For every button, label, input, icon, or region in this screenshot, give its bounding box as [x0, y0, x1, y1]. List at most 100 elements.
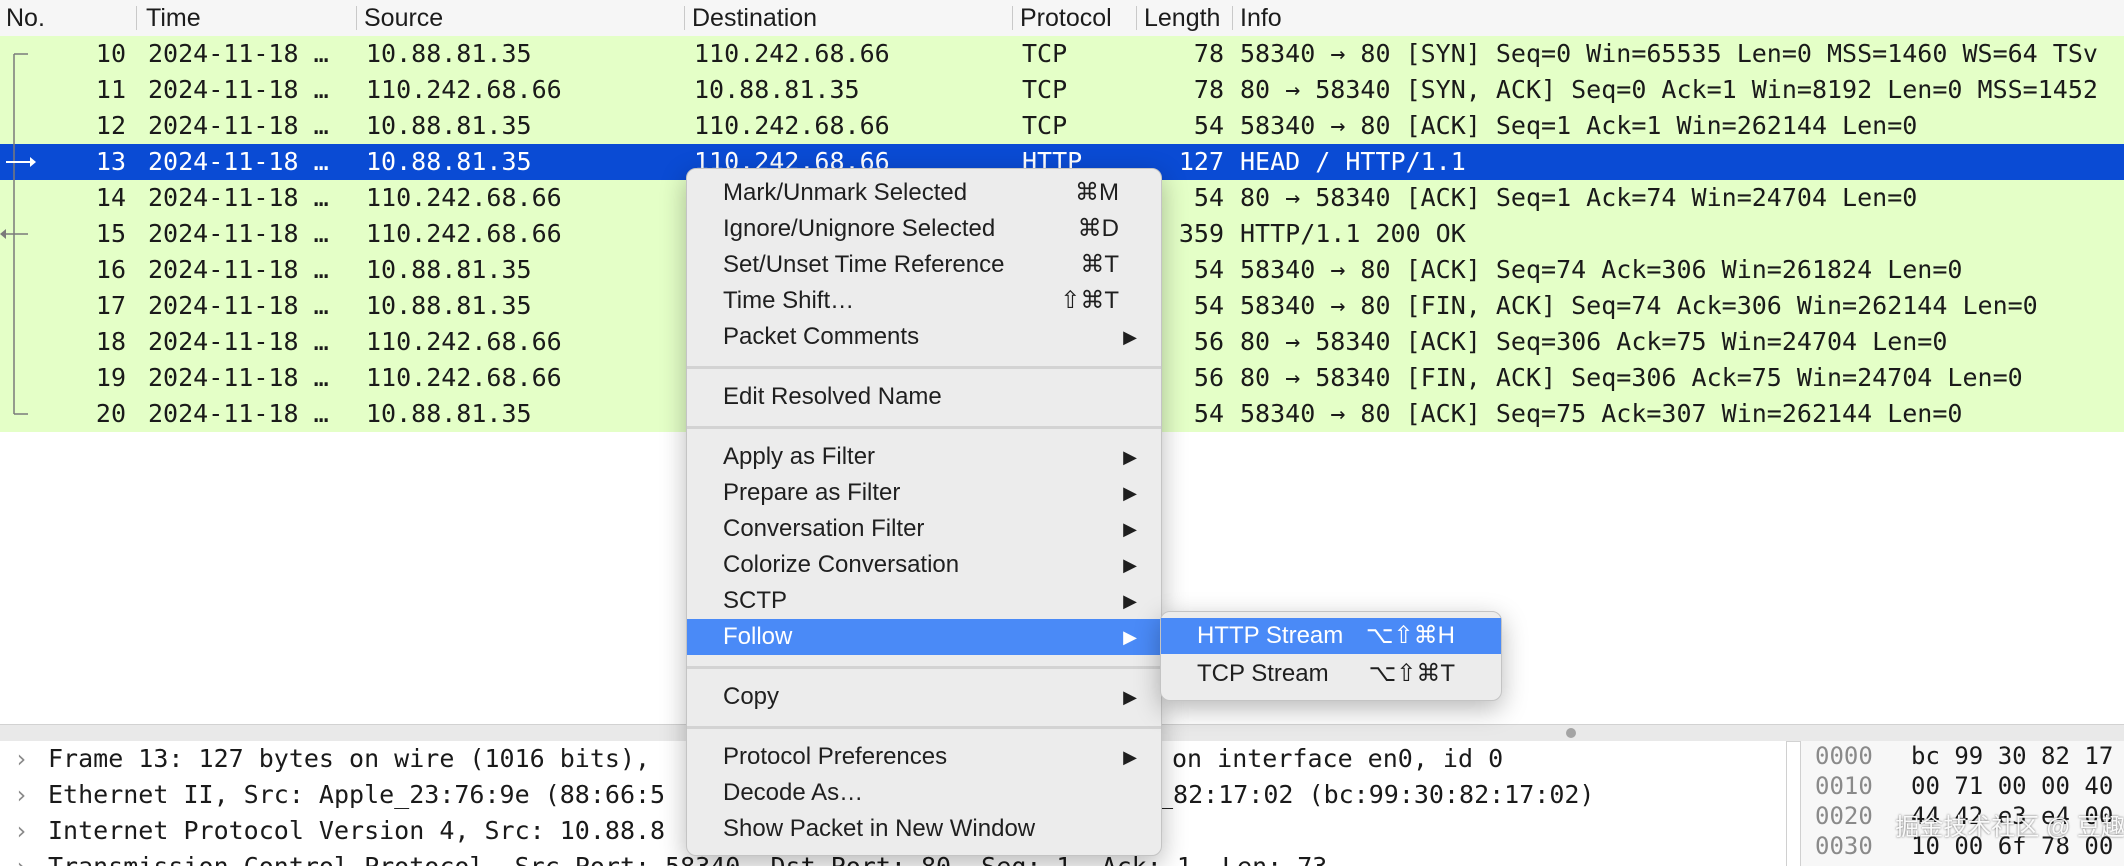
- menu-item-copy[interactable]: Copy ▶: [687, 679, 1161, 715]
- cell-protocol: TCP: [1022, 111, 1068, 140]
- watermark: 掘金技术社区 @ 豆趣: [1895, 814, 2124, 841]
- menu-item-time-shift[interactable]: Time Shift… ⇧⌘T: [687, 283, 1161, 319]
- menu-item-label: Mark/Unmark Selected: [723, 179, 968, 206]
- cell-info: 58340 → 80 [ACK] Seq=74 Ack=306 Win=2618…: [1240, 255, 1963, 284]
- submenu-item-tcp-stream[interactable]: TCP Stream ⌥⇧⌘T: [1161, 656, 1501, 692]
- detail-text: on interface en0, id 0: [1172, 744, 1504, 773]
- menu-item-label: Conversation Filter: [723, 515, 925, 542]
- cell-source: 10.88.81.35: [366, 255, 532, 284]
- col-header-source[interactable]: Source: [364, 0, 674, 36]
- col-header-info[interactable]: Info: [1240, 0, 1440, 36]
- col-separator[interactable]: [356, 6, 357, 30]
- menu-item-sctp[interactable]: SCTP ▶: [687, 583, 1161, 619]
- menu-item-time-reference[interactable]: Set/Unset Time Reference ⌘T: [687, 247, 1161, 283]
- menu-item-follow[interactable]: Follow ▶: [687, 619, 1161, 655]
- cell-source: 110.242.68.66: [366, 219, 562, 248]
- cell-info: 58340 → 80 [ACK] Seq=1 Ack=1 Win=262144 …: [1240, 111, 1918, 140]
- menu-separator: [687, 426, 1161, 429]
- menu-separator: [687, 666, 1161, 669]
- cell-length: 78: [1193, 39, 1224, 68]
- menu-item-apply-as-filter[interactable]: Apply as Filter ▶: [687, 439, 1161, 475]
- packet-row[interactable]: 11 2024-11-18 … 110.242.68.66 10.88.81.35 TC…: [0, 72, 2124, 108]
- menu-item-label: Prepare as Filter: [723, 479, 901, 506]
- cell-length: 54: [1193, 111, 1224, 140]
- menu-item-conversation-filter[interactable]: Conversation Filter ▶: [687, 511, 1161, 547]
- menu-item-label: SCTP: [723, 587, 788, 614]
- packet-row[interactable]: 12 2024-11-18 … 10.88.81.35 110.242.68.66 TC…: [0, 108, 2124, 144]
- col-header-length[interactable]: Length: [1144, 0, 1232, 36]
- menu-item-label: Copy: [723, 683, 780, 710]
- cell-time: 2024-11-18 …: [148, 291, 329, 320]
- cell-info: 80 → 58340 [SYN, ACK] Seq=0 Ack=1 Win=81…: [1240, 75, 2098, 104]
- menu-item-mark-unmark[interactable]: Mark/Unmark Selected ⌘M: [687, 175, 1161, 211]
- col-separator[interactable]: [1232, 6, 1233, 30]
- chevron-right-icon[interactable]: ›: [14, 741, 28, 777]
- follow-submenu: HTTP Stream ⌥⇧⌘H TCP Stream ⌥⇧⌘T: [1160, 611, 1502, 701]
- col-separator[interactable]: [136, 6, 137, 30]
- col-header-protocol[interactable]: Protocol: [1020, 0, 1150, 36]
- detail-text: Ethernet II, Src: Apple_23:76:9e (88:66:…: [48, 780, 666, 809]
- submenu-item-http-stream[interactable]: HTTP Stream ⌥⇧⌘H: [1161, 618, 1501, 654]
- cell-info: 58340 → 80 [SYN] Seq=0 Win=65535 Len=0 M…: [1240, 39, 2098, 68]
- cell-time: 2024-11-18 …: [148, 183, 329, 212]
- cell-source: 110.242.68.66: [366, 183, 562, 212]
- splitter-grip[interactable]: [1566, 728, 1576, 738]
- col-separator[interactable]: [1136, 6, 1137, 30]
- cell-protocol: TCP: [1022, 39, 1068, 68]
- submenu-arrow-icon: ▶: [1123, 747, 1137, 767]
- menu-item-label: Protocol Preferences: [723, 743, 948, 770]
- bytes-offset: 0010: [1815, 772, 1873, 800]
- packet-row[interactable]: 10 2024-11-18 … 10.88.81.35 110.242.68.66 TC…: [0, 36, 2124, 72]
- cell-source: 10.88.81.35: [366, 39, 532, 68]
- bytes-hex[interactable]: 00 71 00 00 40: [1911, 771, 2113, 801]
- menu-item-label: Follow: [723, 623, 793, 650]
- menu-item-show-packet-new-window[interactable]: Show Packet in New Window: [687, 811, 1161, 847]
- cell-info: 80 → 58340 [FIN, ACK] Seq=306 Ack=75 Win…: [1240, 363, 2023, 392]
- context-menu: Mark/Unmark Selected ⌘M Ignore/Unignore …: [686, 168, 1162, 856]
- packet-bytes-pane[interactable]: 0000 bc 99 30 82 17 0010 00 71 00 00 40 …: [1800, 741, 2124, 866]
- submenu-arrow-icon: ▶: [1123, 555, 1137, 575]
- cell-source: 110.242.68.66: [366, 75, 562, 104]
- menu-item-packet-comments[interactable]: Packet Comments ▶: [687, 319, 1161, 355]
- menu-item-ignore-unignore[interactable]: Ignore/Unignore Selected ⌘D: [687, 211, 1161, 247]
- submenu-arrow-icon: ▶: [1123, 327, 1137, 347]
- cell-source: 110.242.68.66: [366, 363, 562, 392]
- menu-item-decode-as[interactable]: Decode As…: [687, 775, 1161, 811]
- menu-item-label: Apply as Filter: [723, 443, 876, 470]
- cell-length: 78: [1193, 75, 1224, 104]
- cell-info: 58340 → 80 [FIN, ACK] Seq=74 Ack=306 Win…: [1240, 291, 2038, 320]
- col-header-destination[interactable]: Destination: [692, 0, 1002, 36]
- col-separator[interactable]: [684, 6, 685, 30]
- col-separator[interactable]: [1012, 6, 1013, 30]
- packet-list-header: No. Time Source Destination Protocol Len…: [0, 0, 2124, 37]
- bytes-offset: 0000: [1815, 742, 1873, 770]
- submenu-arrow-icon: ▶: [1123, 627, 1137, 647]
- cell-destination: 110.242.68.66: [694, 111, 890, 140]
- menu-item-label: Show Packet in New Window: [723, 815, 1036, 842]
- menu-item-label: Colorize Conversation: [723, 551, 960, 578]
- cell-source: 10.88.81.35: [366, 291, 532, 320]
- cell-source: 10.88.81.35: [366, 111, 532, 140]
- chevron-right-icon[interactable]: ›: [14, 777, 28, 813]
- menu-item-edit-resolved-name[interactable]: Edit Resolved Name: [687, 379, 1161, 415]
- col-header-no[interactable]: No.: [6, 0, 126, 36]
- menu-item-colorize-conversation[interactable]: Colorize Conversation ▶: [687, 547, 1161, 583]
- menu-item-shortcut: ⌘T: [1080, 251, 1119, 278]
- menu-item-prepare-as-filter[interactable]: Prepare as Filter ▶: [687, 475, 1161, 511]
- col-header-time[interactable]: Time: [146, 0, 346, 36]
- menu-item-protocol-preferences[interactable]: Protocol Preferences ▶: [687, 739, 1161, 775]
- cell-time: 2024-11-18 …: [148, 39, 329, 68]
- menu-separator: [687, 726, 1161, 729]
- menu-item-shortcut: ⌘M: [1075, 179, 1119, 206]
- cell-protocol: TCP: [1022, 75, 1068, 104]
- chevron-right-icon[interactable]: ›: [14, 849, 28, 866]
- submenu-item-label: TCP Stream: [1197, 660, 1329, 687]
- menu-item-label: Decode As…: [723, 779, 864, 806]
- cell-source: 110.242.68.66: [366, 327, 562, 356]
- bytes-hex[interactable]: bc 99 30 82 17: [1911, 741, 2113, 771]
- submenu-item-shortcut: ⌥⇧⌘H: [1365, 622, 1455, 649]
- submenu-arrow-icon: ▶: [1123, 591, 1137, 611]
- submenu-arrow-icon: ▶: [1123, 447, 1137, 467]
- chevron-right-icon[interactable]: ›: [14, 813, 28, 849]
- menu-item-label: Ignore/Unignore Selected: [723, 215, 996, 242]
